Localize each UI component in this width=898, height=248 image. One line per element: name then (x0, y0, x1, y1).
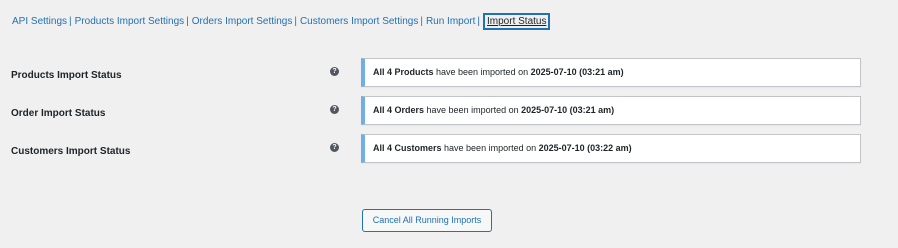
tab-run-import[interactable]: Run Import (426, 16, 475, 27)
tab-orders-import-settings[interactable]: Orders Import Settings (192, 16, 293, 27)
tab-import-status[interactable]: Import Status (484, 13, 550, 29)
question-circle-icon[interactable]: ? (330, 105, 339, 114)
products-count: All 4 Products (373, 67, 434, 77)
tab-separator: | (69, 15, 72, 27)
order-import-status-notice: All 4 Orders have been imported on 2025-… (361, 96, 861, 125)
cancel-all-running-imports-button[interactable]: Cancel All Running Imports (362, 209, 492, 232)
customers-count: All 4 Customers (373, 143, 442, 153)
settings-tabs: API Settings | Products Import Settings … (12, 12, 550, 30)
orders-import-date: 2025-07-10 (03:21 am) (521, 105, 615, 115)
products-import-status-notice: All 4 Products have been imported on 202… (361, 58, 861, 87)
tab-products-import-settings[interactable]: Products Import Settings (75, 16, 185, 27)
notice-text: have been imported on (424, 105, 522, 115)
tab-customers-import-settings[interactable]: Customers Import Settings (300, 16, 418, 27)
notice-text: have been imported on (433, 67, 531, 77)
orders-count: All 4 Orders (373, 105, 425, 115)
tab-separator: | (420, 15, 423, 27)
customers-import-status-label: Customers Import Status (11, 146, 131, 157)
notice-text: have been imported on (441, 143, 539, 153)
products-import-status-label: Products Import Status (11, 70, 122, 81)
order-import-status-label: Order Import Status (11, 108, 106, 119)
tab-separator: | (294, 15, 297, 27)
tab-separator: | (186, 15, 189, 27)
question-circle-icon[interactable]: ? (330, 67, 339, 76)
tab-api-settings[interactable]: API Settings (12, 16, 67, 27)
customers-import-date: 2025-07-10 (03:22 am) (538, 143, 632, 153)
products-import-date: 2025-07-10 (03:21 am) (530, 67, 624, 77)
question-circle-icon[interactable]: ? (330, 143, 339, 152)
tab-separator: | (477, 15, 481, 27)
customers-import-status-notice: All 4 Customers have been imported on 20… (361, 134, 861, 163)
